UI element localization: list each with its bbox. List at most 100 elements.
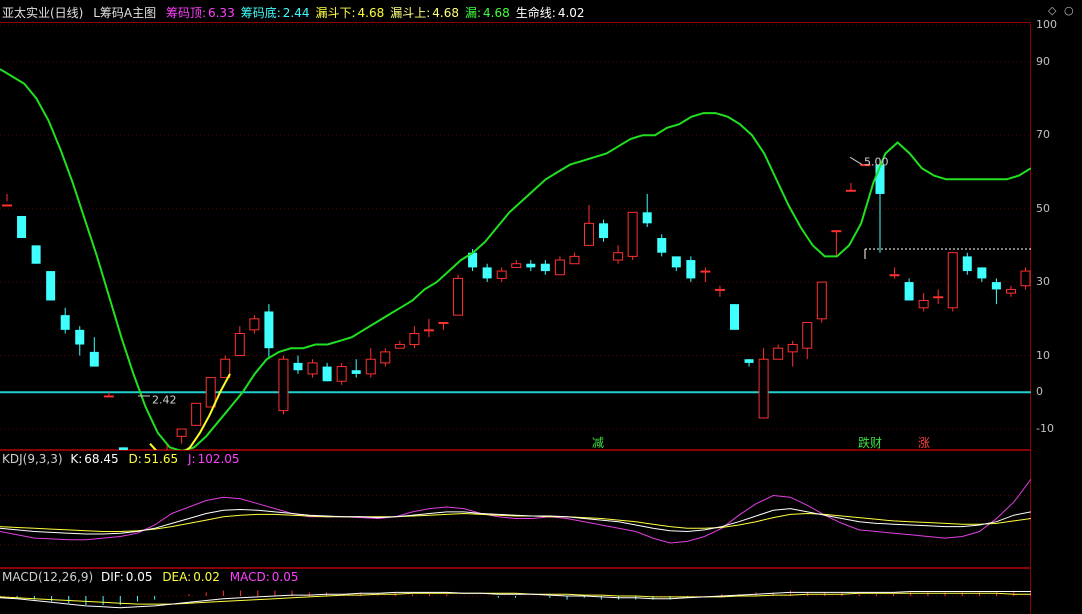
macd-macd-value: 0.05 [271, 570, 299, 584]
candle-body [511, 263, 522, 268]
candle [453, 274, 464, 316]
candle [1005, 285, 1016, 297]
candle-body [714, 288, 725, 291]
candle [554, 256, 565, 276]
signal-rise: 涨 [918, 436, 931, 450]
candle [977, 267, 987, 283]
candle [322, 362, 332, 382]
candle-body [89, 351, 99, 367]
candle-body [569, 255, 580, 265]
indicator-name[interactable]: L筹码A主图 [93, 6, 156, 20]
candle [744, 359, 754, 367]
candle [627, 211, 638, 261]
candle [540, 260, 550, 275]
kdj-title[interactable]: KDJ(9,3,3) [2, 452, 63, 466]
candle-body [845, 189, 856, 192]
candle-body [802, 321, 813, 349]
settings-icon[interactable]: ◇ [1048, 4, 1056, 17]
macd-dea-value: 0.02 [193, 570, 220, 584]
candle-body [627, 211, 638, 257]
candle-body [380, 351, 391, 364]
candle-body [991, 282, 1001, 290]
signal-drop-wealth: 跌财 [858, 436, 883, 450]
candle-body [2, 204, 12, 207]
candle [336, 362, 347, 385]
candle-body [453, 277, 464, 316]
candle [293, 355, 303, 374]
candle [569, 252, 580, 265]
candle-body [773, 347, 784, 360]
candle [220, 355, 231, 379]
axis-tick-label: 70 [1036, 128, 1050, 142]
macd-dif-label: DIF: [100, 570, 124, 584]
candle-body [278, 358, 289, 412]
candle-body [365, 358, 376, 375]
candle [642, 193, 652, 227]
candle [234, 326, 245, 357]
header-field-value: 4.02 [557, 6, 585, 20]
candle-body [249, 318, 260, 331]
candle-body [904, 282, 914, 301]
candle [773, 344, 784, 360]
candle [191, 402, 202, 426]
candle [89, 337, 99, 367]
candle-body [758, 358, 769, 419]
candle [991, 278, 1001, 305]
kdj-j-label: J: [187, 452, 196, 466]
candle [2, 193, 12, 207]
candle-body [918, 299, 929, 309]
low-price-label: 2.42 [152, 394, 177, 407]
macd-dif-value: 0.05 [125, 570, 153, 584]
kdj-k-line [0, 508, 1031, 535]
candle [394, 340, 405, 349]
candle-body [423, 329, 434, 332]
candle [75, 326, 85, 356]
stock-name[interactable]: 亚太实业(日线) [2, 6, 83, 20]
macd-dea-label: DEA: [162, 570, 192, 584]
candle-body [584, 222, 594, 246]
candle-body [31, 245, 41, 264]
candle-body [103, 395, 114, 398]
high-arrow [849, 156, 863, 165]
candle-body [17, 215, 27, 239]
candle [278, 355, 289, 415]
candle-body [962, 256, 972, 272]
candle [686, 256, 696, 283]
candle [730, 304, 739, 330]
candle-body [307, 362, 318, 375]
candle-body [394, 344, 405, 349]
axis-tick-label: 0 [1036, 385, 1043, 399]
candle [613, 245, 624, 264]
candle [714, 285, 725, 297]
candle [249, 315, 260, 334]
candle [380, 348, 391, 367]
candle [584, 204, 594, 246]
header-field-label: 漏: [465, 6, 482, 20]
header-field-label: 筹码底: [240, 6, 281, 20]
candle [482, 263, 492, 283]
candle-body [977, 267, 987, 279]
main-chart-svg: 5.00 2.42 [0, 24, 1031, 450]
candle [599, 219, 609, 242]
candle [409, 326, 420, 349]
candle-body [1005, 288, 1016, 294]
header-field-value: 4.68 [357, 6, 385, 20]
candle-body [60, 315, 70, 330]
axis-tick-label: 50 [1036, 201, 1050, 215]
candle-body [816, 281, 827, 320]
candle-body [613, 252, 624, 261]
header-field-label: 筹码顶: [165, 6, 206, 20]
header-field-value: 6.33 [207, 6, 235, 20]
close-icon[interactable]: ○ [1064, 4, 1074, 17]
candle [918, 293, 929, 312]
macd-title[interactable]: MACD(12,26,9) [2, 570, 93, 584]
candle [176, 428, 187, 444]
candle [1020, 267, 1031, 290]
candle [496, 267, 507, 283]
candle-body [554, 259, 565, 276]
header-field-label: 漏斗上: [390, 6, 431, 20]
macd-macd-label: MACD: [229, 570, 270, 584]
candle-body [264, 311, 274, 349]
candle [816, 281, 827, 323]
kdj-d-label: D: [128, 452, 142, 466]
